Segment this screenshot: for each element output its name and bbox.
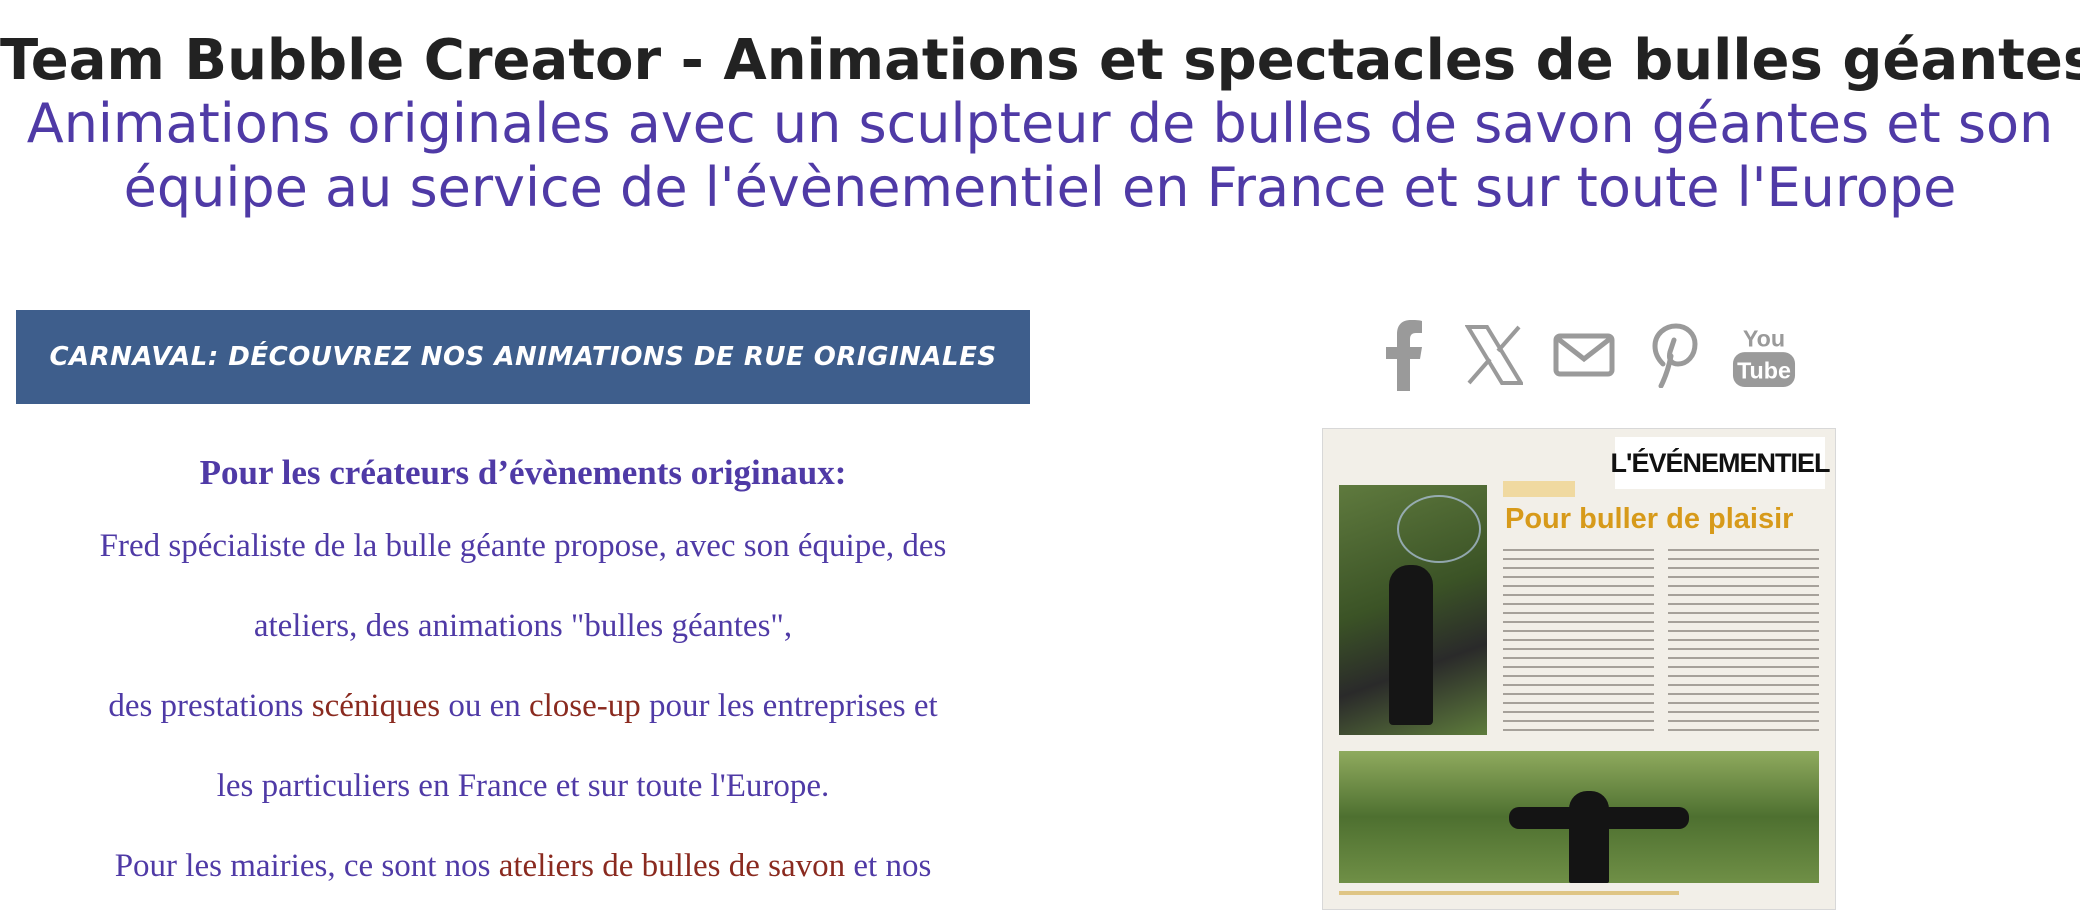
intro-line-3-text-c: pour les entreprises et <box>640 688 938 724</box>
intro-line-5-text-b: et nos <box>845 848 932 884</box>
performer-silhouette <box>1389 565 1433 725</box>
email-icon[interactable] <box>1552 318 1616 392</box>
youtube-top-text: You <box>1743 325 1785 351</box>
sceniques-link[interactable]: scéniques <box>312 688 440 724</box>
intro-line-5-text-a: Pour les mairies, ce sont nos <box>114 848 499 884</box>
press-article-title: Pour buller de plaisir <box>1505 503 1794 535</box>
intro-line-3: des prestations scéniques ou en close-up… <box>16 666 1030 746</box>
x-icon[interactable] <box>1462 318 1526 392</box>
social-share-bar: You Tube <box>1372 318 1796 392</box>
facebook-icon[interactable] <box>1372 318 1436 392</box>
press-photo-bubble <box>1339 751 1819 883</box>
carnaval-banner-label: CARNAVAL: DÉCOUVREZ NOS ANIMATIONS DE RU… <box>49 342 997 372</box>
youtube-bottom-text: Tube <box>1737 357 1791 383</box>
page-title: Team Bubble Creator - Animations et spec… <box>0 28 2080 93</box>
intro-line-4: les particuliers en France et sur toute … <box>216 768 830 804</box>
intro-line-1: Fred spécialiste de la bulle géante prop… <box>99 528 947 564</box>
press-text-column <box>1668 549 1819 735</box>
press-article-text <box>1503 549 1819 735</box>
pinterest-icon[interactable] <box>1642 318 1706 392</box>
press-caption <box>1339 891 1679 895</box>
press-section-tag <box>1503 481 1575 497</box>
press-masthead: L'ÉVÉNEMENTIEL <box>1611 437 1830 489</box>
carnaval-banner-link[interactable]: CARNAVAL: DÉCOUVREZ NOS ANIMATIONS DE RU… <box>16 310 1030 404</box>
youtube-icon[interactable]: You Tube <box>1732 318 1796 392</box>
intro-text: Pour les créateurs d’évènements originau… <box>16 440 1030 906</box>
press-article-image: L'ÉVÉNEMENTIEL Pour buller de plaisir <box>1322 428 1836 910</box>
press-photo-performer <box>1339 485 1487 735</box>
intro-line-2: ateliers, des animations "bulles géantes… <box>253 608 793 644</box>
intro-lead: Pour les créateurs d’évènements originau… <box>199 453 847 492</box>
performer-body <box>1569 791 1609 883</box>
press-text-column <box>1503 549 1654 735</box>
close-up-link[interactable]: close-up <box>529 688 641 724</box>
bubble-shape <box>1397 495 1481 563</box>
intro-line-3-text-a: des prestations <box>108 688 312 724</box>
ateliers-bulles-link[interactable]: ateliers de bulles de savon <box>499 848 845 884</box>
intro-line-5: Pour les mairies, ce sont nos ateliers d… <box>16 826 1030 906</box>
intro-line-3-text-b: ou en <box>440 688 529 724</box>
page-subtitle: Animations originales avec un sculpteur … <box>26 92 2054 219</box>
